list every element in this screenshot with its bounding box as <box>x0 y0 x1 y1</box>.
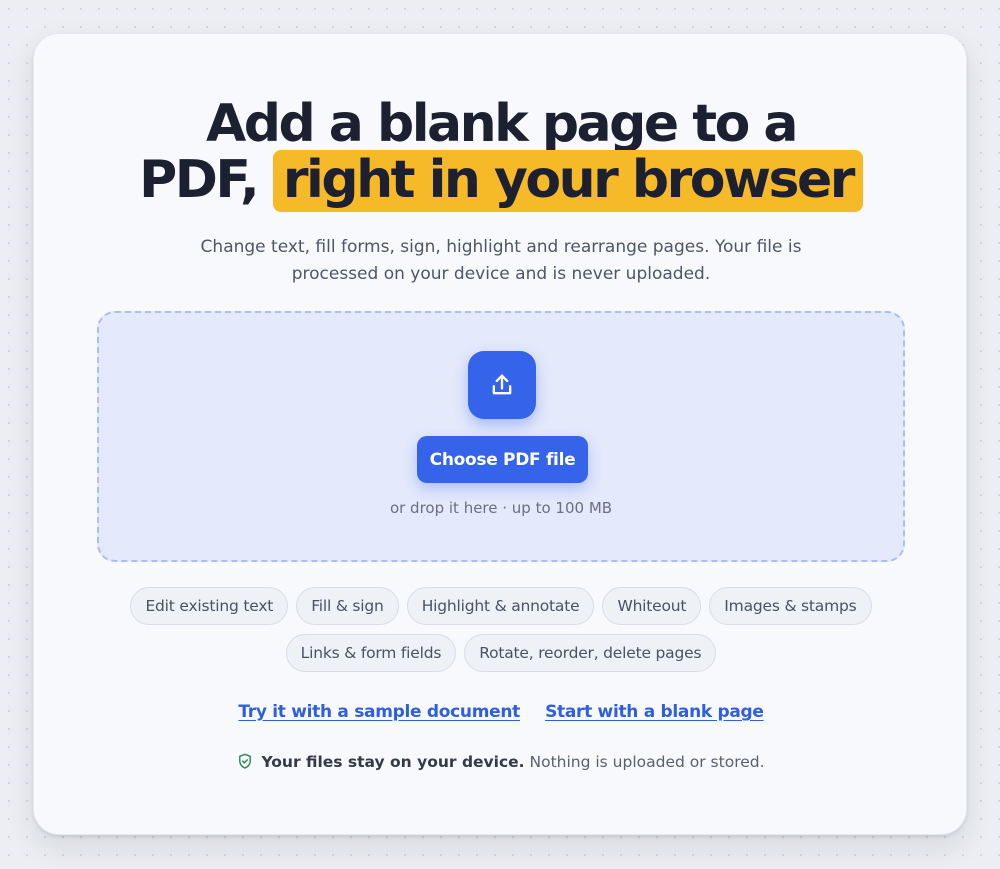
feature-chip: Edit existing text <box>130 587 289 625</box>
feature-chip: Fill & sign <box>296 587 399 625</box>
file-dropzone[interactable]: Choose PDF file or drop it here · up to … <box>97 311 905 562</box>
headline-line-2: PDF, right in your browser <box>34 150 968 212</box>
headline-highlight: right in your browser <box>272 150 863 212</box>
upload-icon[interactable] <box>468 351 536 419</box>
feature-chip: Images & stamps <box>709 587 872 625</box>
secondary-links: Try it with a sample document Start with… <box>34 702 968 722</box>
blank-page-link[interactable]: Start with a blank page <box>545 702 764 722</box>
feature-chip: Whiteout <box>602 587 702 625</box>
feature-chips: Edit existing text Fill & sign Highlight… <box>94 587 908 672</box>
privacy-rest: Nothing is uploaded or stored. <box>529 753 765 771</box>
headline-plain: PDF, <box>139 150 260 210</box>
subtitle-line-2: processed on your device and is never up… <box>291 263 711 284</box>
choose-pdf-button[interactable]: Choose PDF file <box>417 436 588 483</box>
drop-hint: or drop it here · up to 100 MB <box>389 499 613 517</box>
feature-chip: Links & form fields <box>285 634 457 672</box>
subtitle: Change text, fill forms, sign, highlight… <box>34 234 968 287</box>
sample-document-link[interactable]: Try it with a sample document <box>238 702 520 722</box>
feature-chip: Highlight & annotate <box>406 587 595 625</box>
shield-check-icon <box>237 753 253 774</box>
privacy-note: Your files stay on your device. Nothing … <box>34 753 968 774</box>
subtitle-line-1: Change text, fill forms, sign, highlight… <box>200 237 802 257</box>
headline-line-1: Add a blank page to a <box>205 94 799 154</box>
privacy-bold: Your files stay on your device. <box>261 753 525 771</box>
upload-card: Add a blank page to a PDF, right in your… <box>33 33 967 835</box>
feature-chip: Rotate, reorder, delete pages <box>464 634 717 672</box>
